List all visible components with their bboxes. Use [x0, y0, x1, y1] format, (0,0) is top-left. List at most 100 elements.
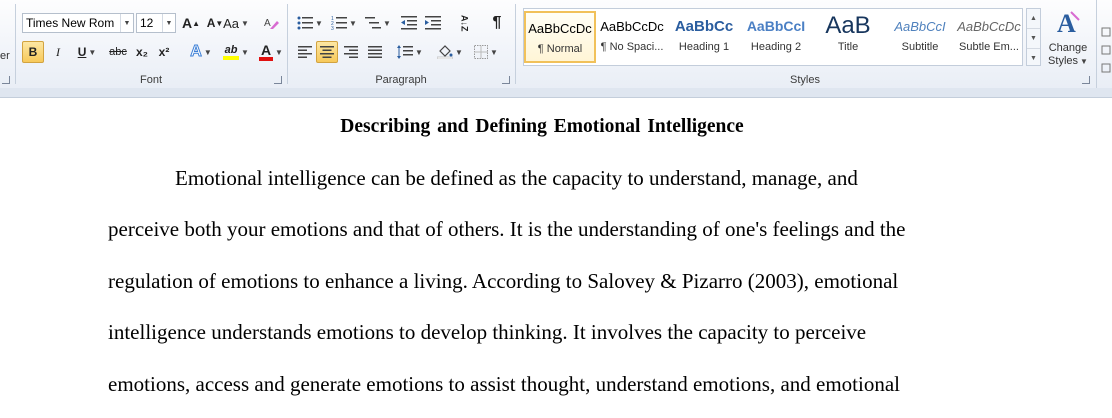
italic-icon: I: [56, 44, 60, 59]
text-effects-icon: A: [190, 43, 203, 61]
align-left-icon: [298, 46, 312, 58]
paragraph-dialog-launcher[interactable]: [502, 76, 510, 84]
style-name: ¶ Normal: [537, 43, 583, 55]
document-page: Describing and Defining Emotional Intell…: [0, 98, 1112, 418]
strikethrough-button[interactable]: abc: [106, 41, 130, 63]
underline-icon: U: [77, 45, 87, 59]
style-sample: AaBbCcI: [746, 18, 806, 34]
styles-group-label: Styles: [790, 74, 820, 86]
gallery-more-icon[interactable]: ▼: [1027, 49, 1040, 68]
numbering-button[interactable]: 1 2 3 ▼: [328, 12, 360, 34]
align-center-icon: [320, 46, 334, 58]
decrease-indent-button[interactable]: [398, 12, 420, 34]
paragraph-line: Emotional intelligence can be defined as…: [175, 166, 858, 190]
highlight-button[interactable]: ab ▼: [220, 41, 252, 63]
change-case-icon: Aa: [223, 15, 239, 31]
increase-indent-button[interactable]: [422, 12, 444, 34]
justify-button[interactable]: [364, 41, 386, 63]
change-styles-label-2: Styles: [1048, 55, 1079, 67]
shrink-font-icon: A: [206, 16, 216, 30]
change-case-button[interactable]: Aa ▼: [220, 12, 252, 34]
horizontal-ruler: [0, 88, 1112, 98]
decrease-indent-icon: [401, 16, 417, 30]
line-spacing-button[interactable]: ▼: [394, 41, 426, 63]
clipboard-label-fragment: er: [0, 50, 10, 62]
align-right-button[interactable]: [340, 41, 362, 63]
paragraph-line: regulation of emotions to enhance a livi…: [108, 269, 899, 293]
multilevel-list-button[interactable]: ▼: [362, 12, 394, 34]
font-group-label: Font: [139, 74, 162, 86]
bold-icon: B: [28, 45, 38, 59]
group-separator: [515, 4, 516, 84]
text-effects-button[interactable]: A ▼: [186, 41, 216, 63]
font-dialog-launcher[interactable]: [274, 76, 282, 84]
highlighter-icon: ab: [224, 44, 238, 56]
clear-formatting-button[interactable]: A: [260, 12, 282, 34]
paragraph-group-label: Paragraph: [375, 74, 427, 86]
font-group: Times New Rom ▼ 12 ▼ A ▲ A ▼ Aa ▼ A B I U ▼ …: [16, 0, 286, 88]
style-normal[interactable]: AaBbCcDc ¶ Normal: [524, 11, 596, 63]
styles-dialog-launcher[interactable]: [1082, 76, 1090, 84]
style-name: ¶ No Spaci...: [600, 41, 664, 53]
pilcrow-icon: ¶: [492, 14, 502, 31]
chevron-down-icon[interactable]: ▼: [120, 14, 133, 32]
align-left-button[interactable]: [294, 41, 316, 63]
sort-button[interactable]: A↓Z: [452, 12, 476, 34]
style-sample: AaBbCc: [674, 17, 734, 35]
style-sample: AaBbCcDc: [528, 20, 592, 36]
borders-button[interactable]: ▼: [470, 41, 502, 63]
borders-icon: [474, 45, 489, 59]
style-heading-1[interactable]: AaBbCc Heading 1: [668, 11, 740, 63]
show-formatting-marks-button[interactable]: ¶: [486, 12, 508, 34]
change-styles-label-1: Change: [1048, 42, 1088, 54]
editing-icons-fragment: [1101, 27, 1111, 73]
superscript-icon: x²: [158, 45, 170, 59]
strikethrough-icon: abc: [109, 46, 127, 58]
style-subtitle[interactable]: AaBbCcI Subtitle: [884, 11, 956, 63]
font-name-combobox[interactable]: Times New Rom ▼: [22, 13, 134, 33]
multilevel-list-icon: [365, 17, 382, 29]
italic-button[interactable]: I: [48, 41, 68, 63]
underline-button[interactable]: U ▼: [70, 41, 104, 63]
paragraph-line: perceive both your emotions and that of …: [108, 217, 906, 241]
change-styles-icon: A: [1057, 9, 1080, 38]
subscript-icon: x₂: [135, 45, 148, 59]
style-sample: AaBbCcDc: [957, 18, 1021, 34]
chevron-down-icon[interactable]: ▼: [162, 14, 175, 32]
svg-text:A: A: [264, 18, 271, 29]
paragraph-group: ▼ 1 2 3 ▼ ▼ A↓Z ¶ ▼ ▼ ▼ Paragraph: [288, 0, 514, 88]
grow-font-button[interactable]: A ▲: [180, 12, 202, 34]
style-sample: AaBbCcI: [894, 18, 946, 34]
bullets-button[interactable]: ▼: [294, 12, 326, 34]
gallery-scroll-down-icon[interactable]: ▼: [1027, 29, 1040, 49]
ribbon: er Times New Rom ▼ 12 ▼ A ▲ A ▼ Aa ▼ A B I: [0, 0, 1112, 89]
font-size-combobox[interactable]: 12 ▼: [136, 13, 176, 33]
paragraph-line: emotions, access and generate emotions t…: [108, 372, 901, 396]
subscript-button[interactable]: x₂: [132, 41, 152, 63]
style-name: Heading 2: [750, 41, 802, 53]
shading-button[interactable]: ▼: [434, 41, 466, 63]
change-styles-button[interactable]: A Change Styles ▼: [1045, 8, 1091, 74]
clipboard-dialog-launcher[interactable]: [2, 76, 10, 84]
increase-indent-icon: [425, 16, 441, 30]
style-sample: AaB: [825, 12, 871, 39]
line-spacing-icon: [397, 45, 414, 59]
bold-button[interactable]: B: [22, 41, 44, 63]
numbering-icon: 123: [331, 16, 348, 30]
grow-font-icon: A: [181, 15, 193, 31]
paragraph-line: intelligence understands emotions to dev…: [108, 320, 867, 344]
style-name: Subtitle: [901, 41, 939, 53]
bullets-icon: [297, 16, 314, 30]
style-no-spacing[interactable]: AaBbCcDc ¶ No Spaci...: [596, 11, 668, 63]
style-heading-2[interactable]: AaBbCcI Heading 2: [740, 11, 812, 63]
superscript-button[interactable]: x²: [154, 41, 174, 63]
align-right-icon: [344, 46, 358, 58]
sort-icon: A↓Z: [459, 14, 470, 32]
font-color-button[interactable]: A ▼: [256, 41, 286, 63]
style-subtle-emphasis[interactable]: AaBbCcDc Subtle Em...: [956, 11, 1022, 63]
gallery-scroll-up-icon[interactable]: ▲: [1027, 9, 1040, 29]
editing-group-fragment: [1096, 0, 1112, 88]
style-name: Subtle Em...: [959, 41, 1019, 53]
align-center-button[interactable]: [316, 41, 338, 63]
style-title[interactable]: AaB Title: [812, 11, 884, 63]
